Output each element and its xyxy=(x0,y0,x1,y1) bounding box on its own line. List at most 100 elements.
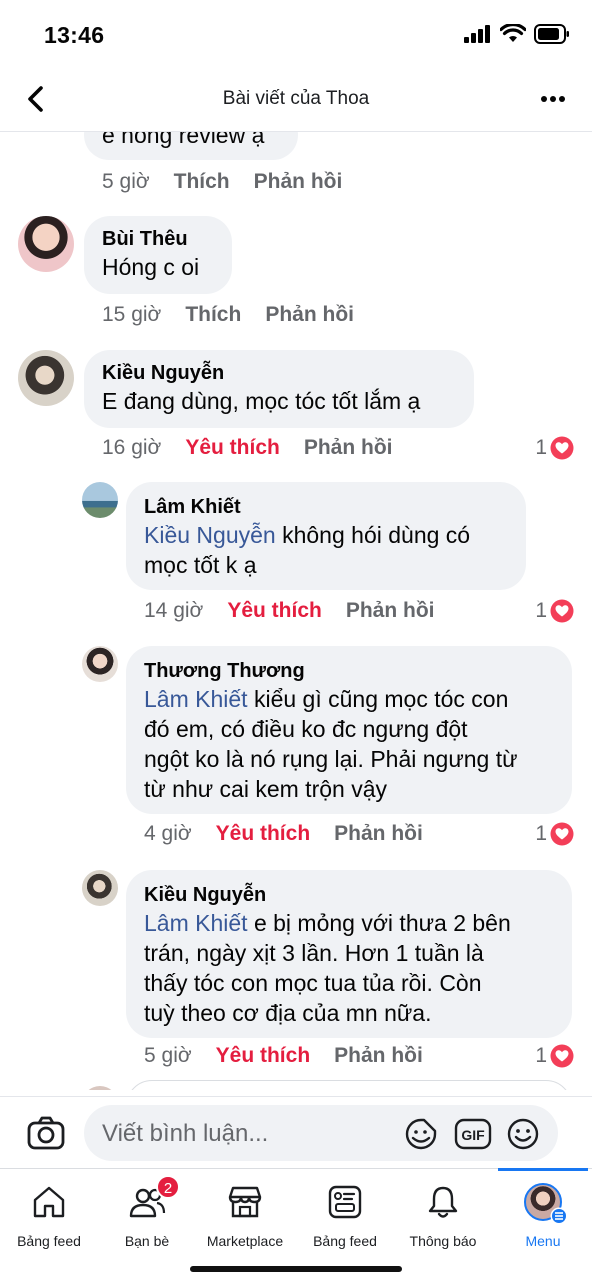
mention-link[interactable]: Kiều Nguyễn xyxy=(144,522,276,548)
love-button[interactable]: Yêu thích xyxy=(227,599,322,623)
comment-time: 14 giờ xyxy=(144,599,204,622)
reaction-count[interactable]: 1 xyxy=(535,436,574,460)
heart-reaction-icon xyxy=(550,822,574,846)
commenter-avatar[interactable] xyxy=(18,350,74,406)
page-title: Bài viết của Thoa xyxy=(222,88,370,109)
tab-label: Thông báo xyxy=(409,1233,477,1249)
emoji-icon[interactable] xyxy=(506,1117,540,1151)
reply-bubble[interactable] xyxy=(126,1080,572,1090)
comment-bubble[interactable]: Kiều Nguyễn E đang dùng, mọc tóc tốt lắm… xyxy=(84,350,474,428)
tab-label: Bạn bè xyxy=(124,1233,170,1249)
comment-list: e hong review ạ 5 giờ Thích Phản hồi Bùi… xyxy=(0,132,592,1090)
comment-time: 5 giờ xyxy=(102,170,150,193)
status-bar: 13:46 xyxy=(0,0,592,66)
tab-label: Bảng feed xyxy=(17,1233,81,1249)
comment-input[interactable]: Viết bình luận... GIF xyxy=(84,1105,558,1161)
newsfeed-icon xyxy=(328,1185,362,1219)
comment-text-line: đó em, có điều ko đc ngưng đột xyxy=(144,716,468,742)
like-button[interactable]: Thích xyxy=(185,303,241,327)
post-header: Bài viết của Thoa xyxy=(0,66,592,132)
more-dots-icon xyxy=(541,96,565,102)
reply-button[interactable]: Phản hồi xyxy=(304,436,393,460)
comment-time: 16 giờ xyxy=(102,436,162,459)
reply-bubble[interactable]: Thương Thương Lâm Khiết kiểu gì cũng mọc… xyxy=(126,646,572,814)
comment-author[interactable]: Kiều Nguyễn xyxy=(102,360,456,386)
reply-button[interactable]: Phản hồi xyxy=(265,303,354,327)
comment-text-line: tuỳ theo cơ địa của mn nữa. xyxy=(144,1000,432,1026)
more-options-button[interactable] xyxy=(536,84,570,114)
tab-feed[interactable]: Bảng feed xyxy=(0,1183,98,1263)
comment-actions: 15 giờ Thích Phản hồi xyxy=(102,303,354,327)
comment-time: 5 giờ xyxy=(144,1044,192,1067)
home-indicator[interactable] xyxy=(190,1266,402,1272)
reaction-count-number: 1 xyxy=(535,599,547,622)
reply-bubble[interactable]: Kiều Nguyễn Lâm Khiết e bị mỏng với thưa… xyxy=(126,870,572,1038)
comment-author[interactable]: Lâm Khiết xyxy=(144,494,508,520)
comment-actions: 16 giờ Yêu thích Phản hồi xyxy=(102,436,393,460)
comment-author[interactable]: Thương Thương xyxy=(144,658,554,684)
love-button[interactable]: Yêu thích xyxy=(216,1044,311,1068)
love-button[interactable]: Yêu thích xyxy=(185,436,280,460)
comment-actions: 4 giờ Yêu thích Phản hồi xyxy=(144,822,423,846)
friends-badge: 2 xyxy=(156,1175,180,1199)
camera-icon[interactable] xyxy=(26,1113,66,1153)
reply-bubble[interactable]: Lâm Khiết Kiều Nguyễn không hói dùng có … xyxy=(126,482,526,590)
comment-author[interactable]: Kiều Nguyễn xyxy=(144,882,554,908)
reply-button[interactable]: Phản hồi xyxy=(254,170,343,194)
commenter-avatar[interactable] xyxy=(82,1086,118,1090)
mention-link[interactable]: Lâm Khiết xyxy=(144,686,248,712)
comment-text: Kiều Nguyễn không hói dùng có xyxy=(144,522,471,548)
wifi-icon xyxy=(500,24,526,42)
comment-actions: 5 giờ Thích Phản hồi xyxy=(102,170,342,194)
reaction-count[interactable]: 1 xyxy=(535,1044,574,1068)
sticker-icon[interactable] xyxy=(404,1117,438,1151)
comment-author[interactable]: Bùi Thêu xyxy=(102,226,214,252)
tab-label: Marketplace xyxy=(206,1233,284,1249)
comment-input-placeholder: Viết bình luận... xyxy=(102,1120,269,1147)
status-icons xyxy=(464,24,570,44)
tab-menu[interactable]: Menu xyxy=(494,1183,592,1263)
tab-news-feed[interactable]: Bảng feed xyxy=(296,1183,394,1263)
reaction-count[interactable]: 1 xyxy=(535,822,574,846)
comment-time: 4 giờ xyxy=(144,822,192,845)
menu-icon xyxy=(550,1207,568,1225)
comment-text-line: mọc tốt k ạ xyxy=(144,552,257,578)
commenter-avatar[interactable] xyxy=(82,482,118,518)
love-button[interactable]: Yêu thích xyxy=(216,822,311,846)
reply-button[interactable]: Phản hồi xyxy=(334,822,423,846)
comment-text: Lâm Khiết kiểu gì cũng mọc tóc con xyxy=(144,686,509,712)
bottom-tab-bar: Bảng feed 2 Bạn bè Marketplace Bảng feed… xyxy=(0,1168,592,1280)
comment-text-line: thấy tóc con mọc tua tủa rồi. Còn xyxy=(144,970,482,996)
reaction-count[interactable]: 1 xyxy=(535,599,574,623)
comment-text: E đang dùng, mọc tóc tốt lắm ạ xyxy=(102,388,421,414)
like-button[interactable]: Thích xyxy=(174,170,230,194)
marketplace-icon xyxy=(228,1186,262,1218)
comment-text: e hong review ạ xyxy=(102,132,265,148)
commenter-avatar[interactable] xyxy=(82,870,118,906)
bell-icon xyxy=(428,1186,458,1218)
reaction-count-number: 1 xyxy=(535,1044,547,1067)
reply-button[interactable]: Phản hồi xyxy=(334,1044,423,1068)
battery-icon xyxy=(534,24,569,44)
comment-text: Lâm Khiết e bị mỏng với thưa 2 bên xyxy=(144,910,511,936)
heart-reaction-icon xyxy=(550,1044,574,1068)
comment-text-line: ngột ko là nó rụng lại. Phải ngưng từ xyxy=(144,746,518,772)
reply-button[interactable]: Phản hồi xyxy=(346,599,435,623)
comment-time: 15 giờ xyxy=(102,303,162,326)
gif-icon[interactable]: GIF xyxy=(454,1117,492,1151)
comment-bubble[interactable]: e hong review ạ xyxy=(84,132,298,160)
commenter-avatar[interactable] xyxy=(18,216,74,272)
tab-marketplace[interactable]: Marketplace xyxy=(196,1183,294,1263)
comment-actions: 14 giờ Yêu thích Phản hồi xyxy=(144,599,435,623)
commenter-avatar[interactable] xyxy=(82,646,118,682)
status-time: 13:46 xyxy=(44,22,105,48)
tab-label: Bảng feed xyxy=(313,1233,377,1249)
reaction-count-number: 1 xyxy=(535,822,547,845)
tab-friends[interactable]: 2 Bạn bè xyxy=(98,1175,196,1263)
reaction-count-number: 1 xyxy=(535,436,547,459)
cellular-signal-icon xyxy=(464,25,490,43)
comment-bubble[interactable]: Bùi Thêu Hóng c oi xyxy=(84,216,232,294)
mention-link[interactable]: Lâm Khiết xyxy=(144,910,248,936)
tab-notifications[interactable]: Thông báo xyxy=(394,1183,492,1263)
home-icon xyxy=(33,1186,65,1218)
